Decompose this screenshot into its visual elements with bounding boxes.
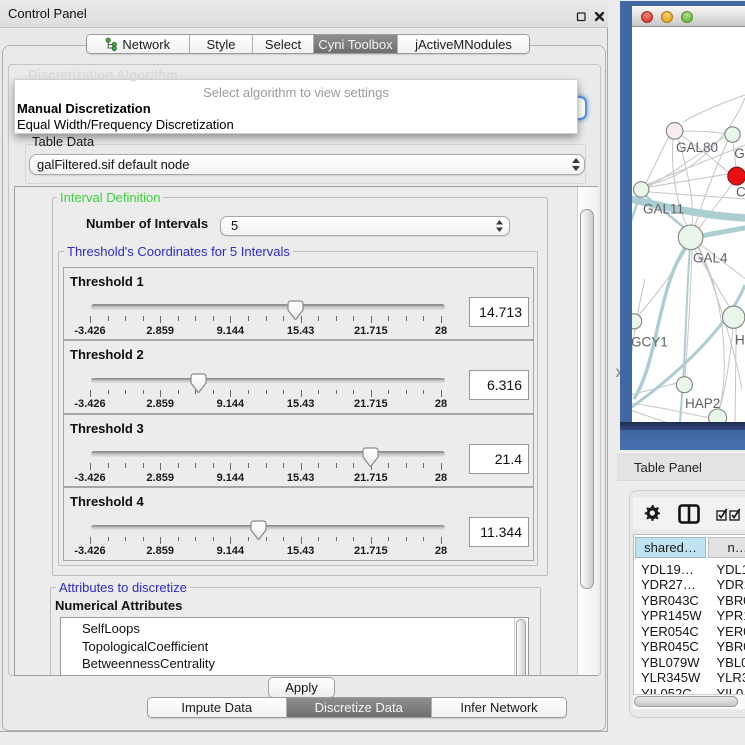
svg-text:GCY1: GCY1: [632, 335, 668, 350]
svg-text:H: H: [735, 333, 745, 348]
svg-text:GAL80: GAL80: [676, 140, 718, 155]
svg-text:C: C: [736, 185, 745, 200]
svg-text:GA: GA: [734, 146, 745, 161]
svg-text:HAP2: HAP2: [685, 396, 720, 411]
svg-text:GAL4: GAL4: [693, 251, 728, 266]
svg-text:GAL11: GAL11: [643, 202, 684, 217]
